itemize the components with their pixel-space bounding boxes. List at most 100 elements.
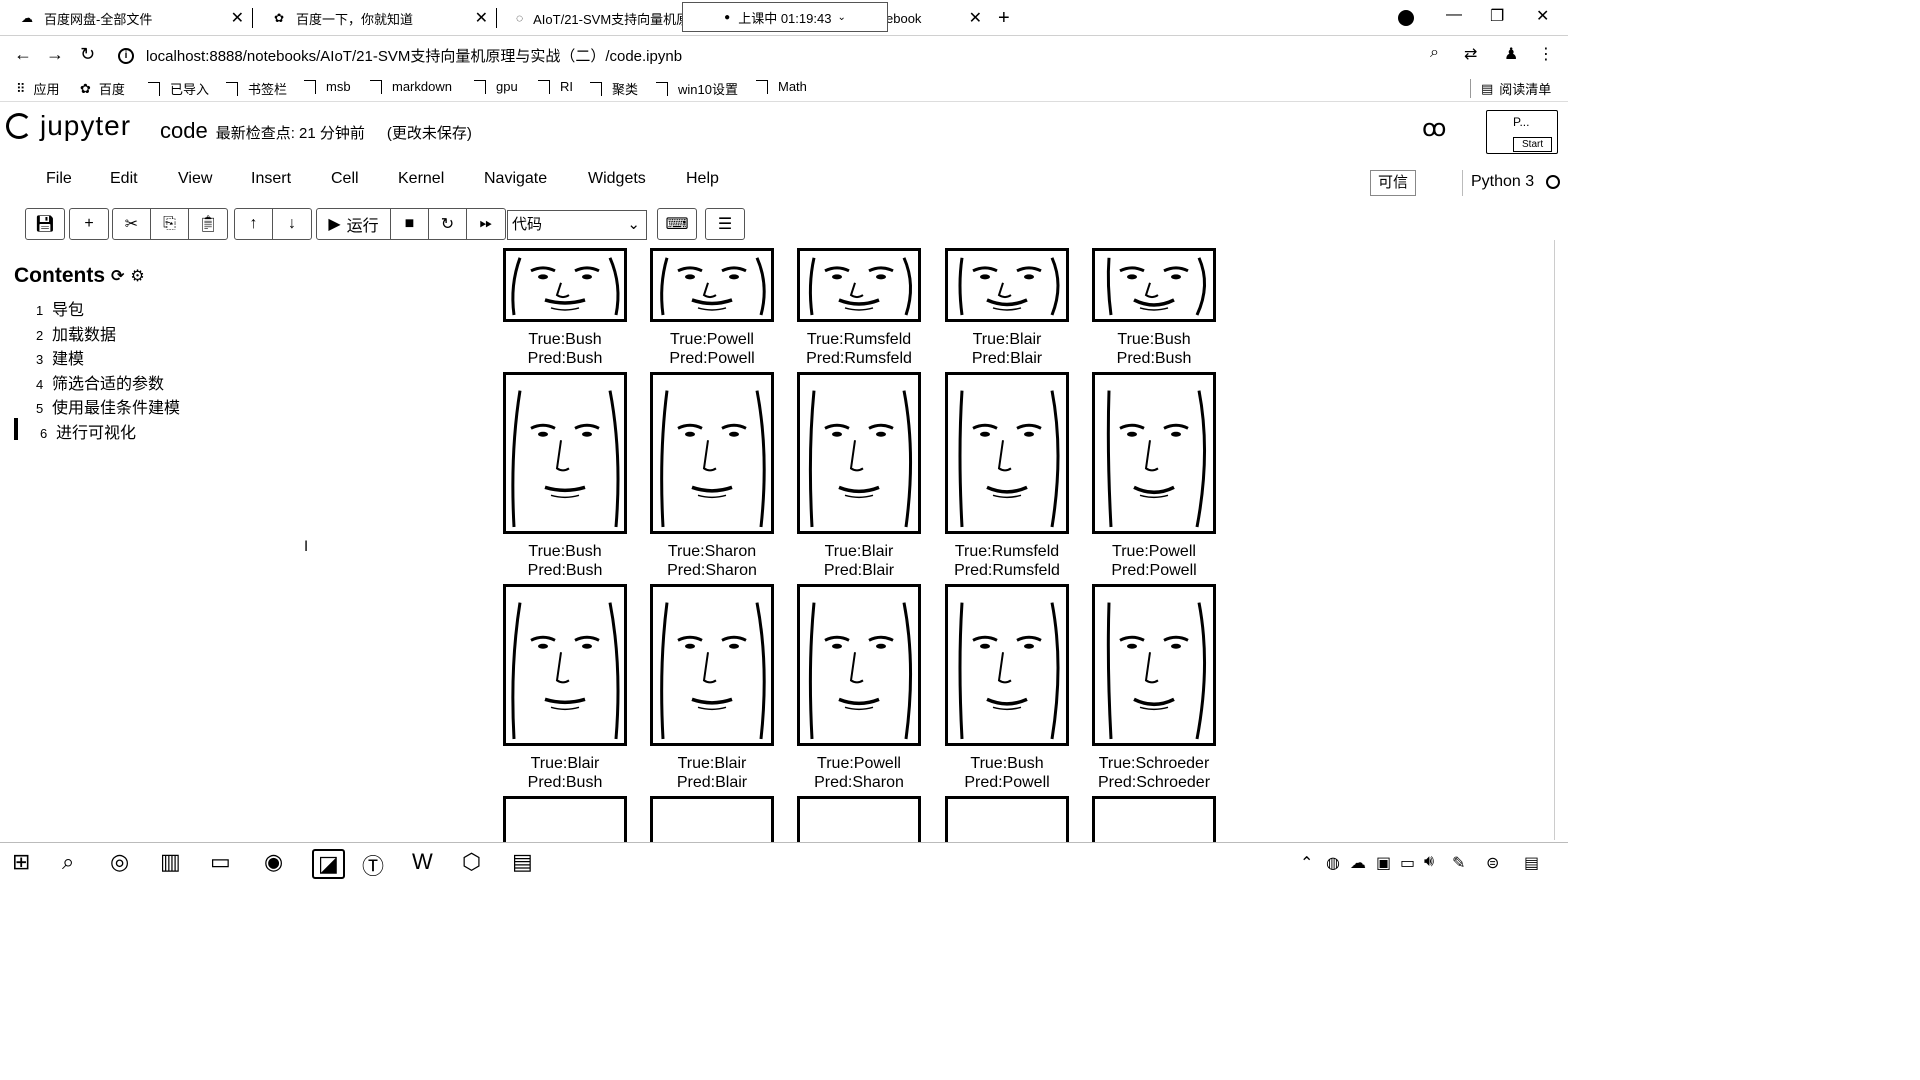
chrome-icon[interactable]: ◉ <box>264 849 283 875</box>
bookmark-label: RI <box>560 79 573 94</box>
bookmark-folder[interactable]: 书签栏 <box>226 79 287 98</box>
tray-app-icon[interactable]: ▣ <box>1376 853 1391 873</box>
gear-icon[interactable]: ⚙ <box>130 266 144 286</box>
move-up-button[interactable]: ↑ <box>235 209 273 239</box>
bookmark-folder[interactable]: 已导入 <box>148 79 209 98</box>
restore-button[interactable]: ❐ <box>1490 6 1504 26</box>
refresh-icon[interactable]: ⟳ <box>111 266 124 286</box>
close-icon[interactable]: ✕ <box>231 8 244 28</box>
volume-icon[interactable]: 🔊︎ <box>1424 853 1434 871</box>
toc-item[interactable]: 1 导包 <box>36 296 84 320</box>
restart-run-all-button[interactable]: ⏩︎ <box>467 209 505 239</box>
new-tab-button[interactable]: + <box>990 4 1020 32</box>
menu-kernel[interactable]: Kernel <box>398 170 444 188</box>
interrupt-button[interactable]: ■ <box>391 209 429 239</box>
toc-item[interactable]: 2 加载数据 <box>36 321 116 345</box>
menu-edit[interactable]: Edit <box>110 170 138 188</box>
close-window-button[interactable]: ✕ <box>1536 6 1549 26</box>
copy-button[interactable]: ⎘ <box>151 209 189 239</box>
toc-item[interactable]: 5 使用最佳条件建模 <box>36 394 180 418</box>
zoom-icon[interactable]: ⌕ <box>1430 44 1439 62</box>
cube-icon[interactable]: ⬡ <box>462 849 481 875</box>
run-button[interactable]: ▶ 运行 <box>317 209 391 239</box>
menu-navigate[interactable]: Navigate <box>484 170 547 188</box>
widget-box[interactable]: P... Start <box>1486 110 1558 154</box>
paste-button[interactable]: 📋︎ <box>189 209 227 239</box>
browser-tab-bar: ☁ 百度网盘-全部文件 ✕ ✿ 百度一下，你就知道 ✕ ◌ AIoT/21-SV… <box>0 0 1568 36</box>
tab-title: AIoT/21-SVM支持向量机原 <box>533 11 682 27</box>
back-arrow-icon[interactable]: ← <box>14 44 32 65</box>
chevron-down-icon[interactable]: ⌄ <box>837 12 845 23</box>
cortana-icon[interactable]: ◎ <box>110 849 129 875</box>
insert-cell-button[interactable]: + <box>70 209 108 239</box>
ime-icon[interactable]: ⊜ <box>1486 853 1499 873</box>
menu-help[interactable]: Help <box>686 170 719 188</box>
face-image <box>1092 372 1216 534</box>
scrollbar[interactable] <box>1554 240 1568 840</box>
chevron-down-icon: ⌄ <box>627 216 640 233</box>
face-image <box>1092 796 1216 842</box>
cloud-icon[interactable]: ☁ <box>1350 853 1366 873</box>
cut-button[interactable]: ✂ <box>113 209 151 239</box>
bookmark-folder[interactable]: win10设置 <box>656 79 738 98</box>
menu-file[interactable]: File <box>46 170 72 188</box>
account-icon[interactable]: ♟ <box>1504 44 1518 64</box>
close-icon[interactable]: ✕ <box>475 8 488 28</box>
bookmark-folder[interactable]: gpu <box>474 79 518 94</box>
jupyter-logo[interactable]: jupyter <box>6 110 131 142</box>
save-group: 💾︎ <box>25 208 65 240</box>
reload-icon[interactable]: ↻ <box>80 44 95 65</box>
tab-baidu[interactable]: ✿ 百度一下，你就知道 ✕ <box>252 4 496 32</box>
bookmark-folder[interactable]: 聚类 <box>590 79 638 98</box>
menu-view[interactable]: View <box>178 170 212 188</box>
url-text: localhost:8888/notebooks/AIoT/21-SVM支持向量… <box>146 48 683 65</box>
app-icon[interactable]: ▭ <box>210 849 231 875</box>
menu-widgets[interactable]: Widgets <box>588 170 646 188</box>
restart-button[interactable]: ↻ <box>429 209 467 239</box>
profile-icon[interactable] <box>1398 10 1414 26</box>
keyboard-icon[interactable]: ⌨ <box>658 209 696 239</box>
tab-ebook[interactable]: ebook ✕ <box>880 4 990 32</box>
bookmark-folder[interactable]: markdown <box>370 79 452 94</box>
task-view-icon[interactable]: ▥ <box>160 849 181 875</box>
bookmark-folder[interactable]: msb <box>304 79 351 94</box>
bookmark-folder[interactable]: Math <box>756 79 807 94</box>
pycharm-icon[interactable]: ◪ <box>312 849 345 879</box>
window-app-icon[interactable]: ▤ <box>512 849 533 875</box>
toc-item-active[interactable]: 6 进行可视化 <box>40 419 136 443</box>
bookmark-apps[interactable]: ⠿ 应用 <box>16 79 60 98</box>
notebook-name[interactable]: code <box>160 118 208 144</box>
url-field[interactable]: i localhost:8888/notebooks/AIoT/21-SVM支持… <box>118 45 682 66</box>
toc-item[interactable]: 3 建模 <box>36 345 84 369</box>
typora-icon[interactable]: Ⓣ <box>362 849 384 881</box>
tray-app-icon[interactable]: ◍ <box>1326 853 1340 873</box>
search-icon[interactable]: ⌕ <box>62 849 74 875</box>
trusted-badge[interactable]: 可信 <box>1370 170 1416 196</box>
toc-item[interactable]: 4 筛选合适的参数 <box>36 370 164 394</box>
menu-cell[interactable]: Cell <box>331 170 359 188</box>
info-icon[interactable]: i <box>118 47 134 64</box>
close-icon[interactable]: ✕ <box>969 8 982 28</box>
list-icon[interactable]: ☰ <box>706 209 744 239</box>
pen-icon[interactable]: ✎ <box>1452 853 1465 873</box>
windows-start-icon[interactable]: ⊞ <box>12 849 30 875</box>
tab-notebook[interactable]: ◌ AIoT/21-SVM支持向量机原 <box>496 4 682 32</box>
minimize-button[interactable]: — <box>1446 6 1462 24</box>
tray-chevron-icon[interactable]: ⌃ <box>1300 853 1313 873</box>
network-icon[interactable]: ▭ <box>1400 853 1415 873</box>
word-icon[interactable]: W <box>412 849 433 875</box>
notification-icon[interactable]: ▤ <box>1524 853 1539 873</box>
tab-baidu-pan[interactable]: ☁ 百度网盘-全部文件 ✕ <box>0 4 252 32</box>
forward-arrow-icon[interactable]: → <box>46 44 64 65</box>
reading-list[interactable]: ▤ 阅读清单 <box>1470 79 1551 98</box>
menu-insert[interactable]: Insert <box>251 170 291 188</box>
save-button[interactable]: 💾︎ <box>26 209 64 239</box>
bookmark-baidu[interactable]: ✿ 百度 <box>80 79 125 98</box>
bookmark-folder[interactable]: RI <box>538 79 573 94</box>
move-down-button[interactable]: ↓ <box>273 209 311 239</box>
move-group: ↑ ↓ <box>234 208 312 240</box>
more-menu-icon[interactable]: ⋮ <box>1538 44 1554 64</box>
start-button[interactable]: Start <box>1513 137 1553 152</box>
cell-type-select[interactable]: 代码 ⌄ <box>507 210 647 240</box>
translate-icon[interactable]: ⇄ <box>1464 44 1477 64</box>
